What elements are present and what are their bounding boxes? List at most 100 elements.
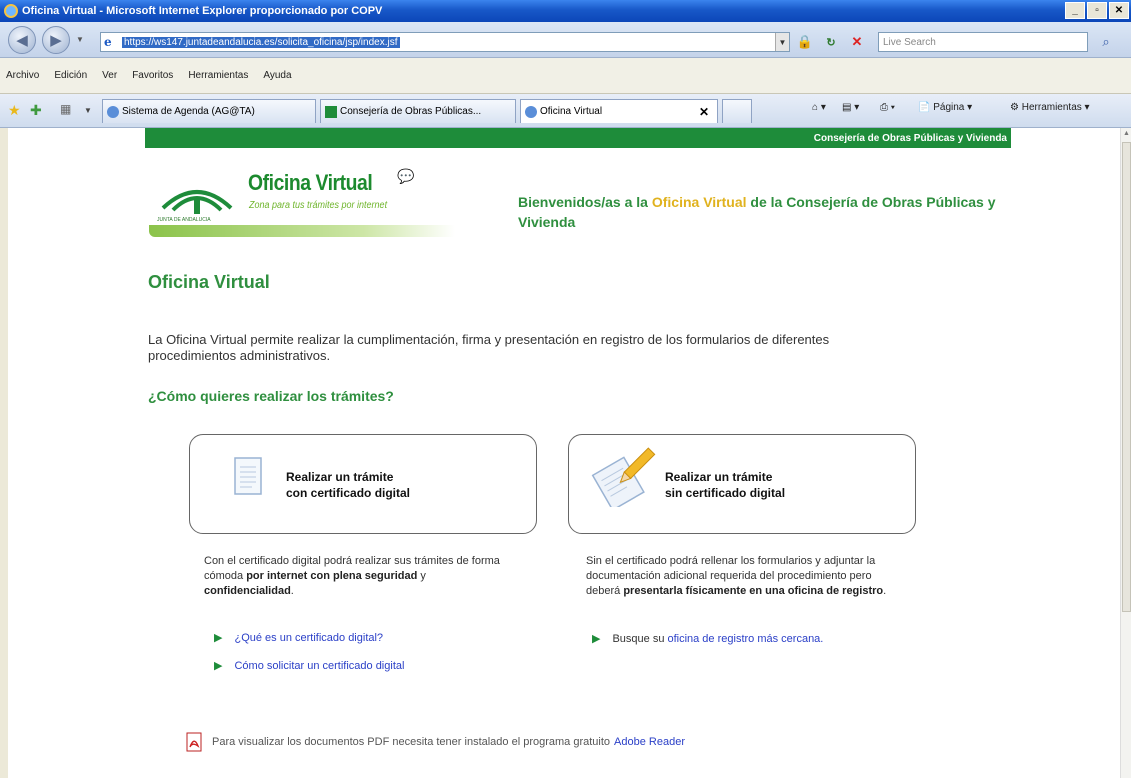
link-text[interactable]: Cómo solicitar un certificado digital — [234, 660, 404, 672]
tools-menu[interactable]: ⚙ Herramientas ▾ — [1010, 102, 1090, 113]
desc-with-b: por internet con plena seguridad — [246, 570, 418, 582]
desc-without-c: . — [883, 585, 887, 597]
lock-icon[interactable]: 🔒 — [796, 33, 814, 51]
address-toolbar: ◀ ▶ ▼ e https://ws147.juntadeandalucia.e… — [0, 22, 1131, 58]
menu-archivo[interactable]: Archivo — [6, 70, 39, 81]
menu-ver[interactable]: Ver — [102, 70, 117, 81]
refresh-icon[interactable]: ↻ — [822, 33, 840, 51]
tab-list-icon[interactable]: ▼ — [84, 106, 92, 115]
bullet-arrow-icon: ▶ — [214, 632, 223, 644]
close-button[interactable]: ✕ — [1109, 2, 1129, 19]
tab-agata[interactable]: Sistema de Agenda (AG@TA) — [102, 99, 316, 123]
stop-icon[interactable]: ✕ — [848, 33, 866, 51]
feeds-icon[interactable]: ▤ ▾ — [842, 102, 859, 113]
add-favorite-icon[interactable]: ✚ — [30, 102, 42, 119]
desc-with-e: . — [290, 585, 294, 597]
tab-label: Sistema de Agenda (AG@TA) — [122, 106, 255, 117]
home-icon[interactable]: ⌂ ▾ — [812, 102, 826, 113]
speech-bubble-icon: 💬 — [397, 168, 415, 184]
without-certificate-button[interactable]: Realizar un trámite sin certificado digi… — [568, 434, 916, 534]
welcome-pre: Bienvenidos/as a la — [518, 194, 652, 210]
welcome-text: Bienvenidos/as a la Oficina Virtual de l… — [518, 192, 998, 232]
pdf-note: Para visualizar los documentos PDF neces… — [186, 732, 685, 752]
menu-ayuda[interactable]: Ayuda — [263, 70, 291, 81]
maximize-button[interactable]: ▫ — [1087, 2, 1107, 19]
with-certificate-description: Con el certificado digital podrá realiza… — [204, 554, 504, 599]
window-titlebar: Oficina Virtual - Microsoft Internet Exp… — [0, 0, 1131, 22]
search-icon[interactable]: ⌕ — [1096, 32, 1116, 52]
header-bar-label: Consejería de Obras Públicas y Vivienda — [813, 132, 1007, 144]
tools-menu-label: Herramientas — [1021, 102, 1082, 113]
url-dropdown-icon[interactable]: ▼ — [775, 33, 789, 51]
nearest-office-link-row: ▶ Busque su oficina de registro más cerc… — [592, 632, 823, 646]
tab-consejeria[interactable]: Consejería de Obras Públicas... — [320, 99, 516, 123]
scroll-thumb[interactable] — [1122, 142, 1131, 612]
junta-arc-icon — [161, 190, 233, 214]
document-icon — [234, 457, 262, 495]
desc-without-b: presentarla físicamente en una oficina d… — [623, 585, 884, 597]
window-controls: _ ▫ ✕ — [1065, 2, 1129, 19]
page-menu-label: Página — [933, 102, 965, 113]
search-input[interactable]: Live Search — [878, 32, 1088, 52]
header-bar: Consejería de Obras Públicas y Vivienda — [145, 128, 1011, 148]
page-menu[interactable]: 📄 Página ▾ — [918, 102, 972, 113]
without-certificate-label: Realizar un trámite sin certificado digi… — [665, 469, 785, 501]
menu-favoritos[interactable]: Favoritos — [132, 70, 173, 81]
office-prefix-text: Busque su — [612, 632, 665, 645]
history-dropdown-icon[interactable]: ▼ — [76, 35, 84, 44]
adobe-reader-link[interactable]: Adobe Reader — [614, 736, 685, 748]
with-certificate-line1: Realizar un trámite — [286, 470, 394, 484]
url-text[interactable]: https://ws147.juntadeandalucia.es/solici… — [122, 36, 400, 48]
bullet-arrow-icon: ▶ — [214, 660, 223, 672]
form-pencil-icon — [591, 447, 656, 507]
tab-label: Oficina Virtual — [540, 106, 603, 117]
menu-bar: Archivo Edición Ver Favoritos Herramient… — [0, 58, 1131, 94]
desc-with-c: y — [417, 570, 426, 582]
quick-tabs-icon[interactable]: ▦ — [60, 102, 71, 116]
minimize-button[interactable]: _ — [1065, 2, 1085, 19]
junta-crest-text: JUNTA DE ANDALUCIA — [157, 217, 211, 223]
tab-page-icon — [107, 105, 119, 118]
with-certificate-line2: con certificado digital — [286, 486, 411, 500]
url-field[interactable]: e https://ws147.juntadeandalucia.es/soli… — [100, 32, 790, 52]
with-certificate-button[interactable]: Realizar un trámite con certificado digi… — [189, 434, 537, 534]
menu-herramientas[interactable]: Herramientas — [188, 70, 248, 81]
tab-page-icon — [325, 105, 337, 118]
without-certificate-line2: sin certificado digital — [665, 486, 786, 500]
logo-subtitle: Zona para tus trámites por internet — [249, 200, 388, 211]
question-heading: ¿Cómo quieres realizar los trámites? — [148, 388, 394, 404]
pdf-icon — [186, 732, 202, 752]
what-is-certificate-link[interactable]: ▶ ¿Qué es un certificado digital? — [214, 631, 383, 645]
print-icon[interactable]: ⎙ ▾ — [880, 102, 895, 113]
logo-title: Oficina Virtual — [248, 170, 373, 195]
forward-arrow-icon: ▶ — [50, 32, 62, 49]
vertical-scrollbar[interactable]: ▲ — [1120, 128, 1131, 778]
without-certificate-line1: Realizar un trámite — [665, 470, 773, 484]
back-arrow-icon: ◀ — [16, 32, 28, 49]
page-title: Oficina Virtual — [148, 272, 270, 292]
welcome-highlight: Oficina Virtual — [651, 194, 747, 210]
back-button[interactable]: ◀ — [8, 26, 36, 54]
new-tab-button[interactable] — [722, 99, 752, 123]
close-tab-icon[interactable]: ✕ — [699, 105, 709, 119]
tab-page-icon — [525, 105, 537, 118]
tab-bar: ★ ✚ ▦ ▼ Sistema de Agenda (AG@TA) Consej… — [0, 94, 1131, 128]
scroll-up-icon[interactable]: ▲ — [1123, 130, 1130, 137]
nearest-office-link[interactable]: oficina de registro más cercana. — [667, 633, 823, 645]
bullet-arrow-icon: ▶ — [592, 633, 601, 645]
oficina-virtual-logo[interactable]: JUNTA DE ANDALUCIA Oficina Virtual 💬 Zon… — [145, 166, 465, 241]
tab-label: Consejería de Obras Públicas... — [340, 106, 482, 117]
link-text[interactable]: ¿Qué es un certificado digital? — [234, 632, 383, 644]
page-icon: e — [104, 35, 112, 49]
window-title: Oficina Virtual - Microsoft Internet Exp… — [22, 5, 383, 17]
with-certificate-label: Realizar un trámite con certificado digi… — [286, 469, 410, 501]
without-certificate-description: Sin el certificado podrá rellenar los fo… — [586, 554, 904, 599]
tab-oficina-virtual[interactable]: Oficina Virtual ✕ — [520, 99, 718, 123]
menu-edicion[interactable]: Edición — [54, 70, 87, 81]
ie-logo-icon — [4, 4, 18, 18]
how-to-request-certificate-link[interactable]: ▶ Cómo solicitar un certificado digital — [214, 659, 404, 673]
favorites-star-icon[interactable]: ★ — [8, 102, 21, 119]
logo-bar — [149, 225, 455, 237]
intro-text: La Oficina Virtual permite realizar la c… — [148, 332, 830, 363]
forward-button[interactable]: ▶ — [42, 26, 70, 54]
